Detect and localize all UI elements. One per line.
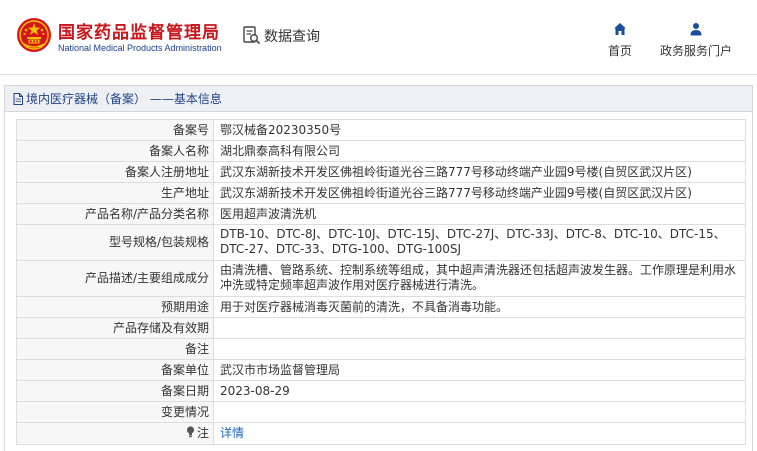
field-label-registrant-name: 备案人名称: [16, 140, 214, 162]
field-value-filing-authority: 武汉市市场监督管理局: [213, 359, 746, 381]
details-link[interactable]: 详情: [220, 426, 244, 440]
field-value-note: 详情: [213, 422, 746, 445]
table-row: 产品描述/主要组成成分 由清洗槽、管路系统、控制系统等组成，其中超声清洗器还包括…: [16, 260, 746, 297]
field-label-note: 注: [16, 422, 214, 445]
field-value-model-spec: DTB-10、DTC-8J、DTC-10J、DTC-15J、DTC-27J、DT…: [213, 224, 746, 261]
field-label-model-spec: 型号规格/包装规格: [16, 224, 214, 261]
table-row: 备案单位 武汉市市场监督管理局: [16, 359, 746, 381]
field-value-product-name: 医用超声波清洗机: [213, 203, 746, 225]
field-label-change-status: 变更情况: [16, 401, 214, 423]
nav-gov-service-label: 政务服务门户: [659, 44, 732, 58]
home-icon: [614, 23, 626, 35]
field-value-change-status: [213, 401, 746, 423]
table-row: 型号规格/包装规格 DTB-10、DTC-8J、DTC-10J、DTC-15J、…: [16, 224, 746, 261]
field-label-intended-use: 预期用途: [16, 296, 214, 318]
table-row: 备注: [16, 338, 746, 360]
search-document-icon: [243, 26, 261, 45]
table-row: 预期用途 用于对医疗器械消毒灭菌前的清洗，不具备消毒功能。: [16, 296, 746, 318]
data-query-label: 数据查询: [264, 29, 320, 45]
site-subtitle: National Medical Products Administration: [58, 43, 222, 53]
field-value-remarks: [213, 338, 746, 360]
table-row: 变更情况: [16, 401, 746, 423]
site-title[interactable]: 国家药品监督管理局: [58, 18, 220, 43]
document-icon: [13, 92, 23, 105]
note-label: 注: [196, 426, 209, 440]
field-label-remarks: 备注: [16, 338, 214, 360]
table-row: 注 详情: [16, 422, 746, 445]
table-row: 备案号 鄂汉械备20230350号: [16, 119, 746, 141]
panel-title-bar: 境内医疗器械（备案） ——基本信息: [5, 86, 752, 112]
field-value-storage-validity: [213, 317, 746, 339]
panel-title: 境内医疗器械（备案） ——基本信息: [26, 92, 222, 106]
table-row: 备案人注册地址 武汉东湖新技术开发区佛祖岭街道光谷三路777号移动终端产业园9号…: [16, 161, 746, 183]
bulb-icon: [186, 426, 195, 438]
site-header: 国家药品监督管理局 National Medical Products Admi…: [0, 0, 757, 74]
field-value-registrant-name: 湖北鼎泰高科有限公司: [213, 140, 746, 162]
nav-home-label: 首页: [607, 44, 632, 58]
field-label-record-no: 备案号: [16, 119, 214, 141]
field-value-record-no: 鄂汉械备20230350号: [213, 119, 746, 141]
field-label-filing-authority: 备案单位: [16, 359, 214, 381]
table-row: 备案人名称 湖北鼎泰高科有限公司: [16, 140, 746, 162]
field-label-registered-address: 备案人注册地址: [16, 161, 214, 183]
user-icon: [690, 23, 702, 36]
field-value-filing-date: 2023-08-29: [213, 380, 746, 402]
field-label-product-name: 产品名称/产品分类名称: [16, 203, 214, 225]
field-value-production-address: 武汉东湖新技术开发区佛祖岭街道光谷三路777号移动终端产业园9号楼(自贸区武汉片…: [213, 182, 746, 204]
field-label-storage-validity: 产品存储及有效期: [16, 317, 214, 339]
data-query-link[interactable]: 数据查询: [243, 26, 320, 46]
field-label-filing-date: 备案日期: [16, 380, 214, 402]
record-panel: 境内医疗器械（备案） ——基本信息 备案号 鄂汉械备20230350号 备案人名…: [4, 85, 753, 451]
field-label-production-address: 生产地址: [16, 182, 214, 204]
nav-gov-service-portal[interactable]: 政务服务门户: [657, 22, 735, 59]
table-row: 产品名称/产品分类名称 医用超声波清洗机: [16, 203, 746, 225]
table-row: 备案日期 2023-08-29: [16, 380, 746, 402]
nav-home[interactable]: 首页: [605, 22, 635, 59]
record-detail-table: 备案号 鄂汉械备20230350号 备案人名称 湖北鼎泰高科有限公司 备案人注册…: [16, 119, 746, 445]
field-value-registered-address: 武汉东湖新技术开发区佛祖岭街道光谷三路777号移动终端产业园9号楼(自贸区武汉片…: [213, 161, 746, 183]
header-divider: [0, 74, 757, 75]
table-row: 产品存储及有效期: [16, 317, 746, 339]
field-value-product-description: 由清洗槽、管路系统、控制系统等组成，其中超声清洗器还包括超声波发生器。工作原理是…: [213, 260, 746, 297]
field-label-product-description: 产品描述/主要组成成分: [16, 260, 214, 297]
field-value-intended-use: 用于对医疗器械消毒灭菌前的清洗，不具备消毒功能。: [213, 296, 746, 318]
national-emblem-icon: [17, 18, 51, 52]
table-row: 生产地址 武汉东湖新技术开发区佛祖岭街道光谷三路777号移动终端产业园9号楼(自…: [16, 182, 746, 204]
